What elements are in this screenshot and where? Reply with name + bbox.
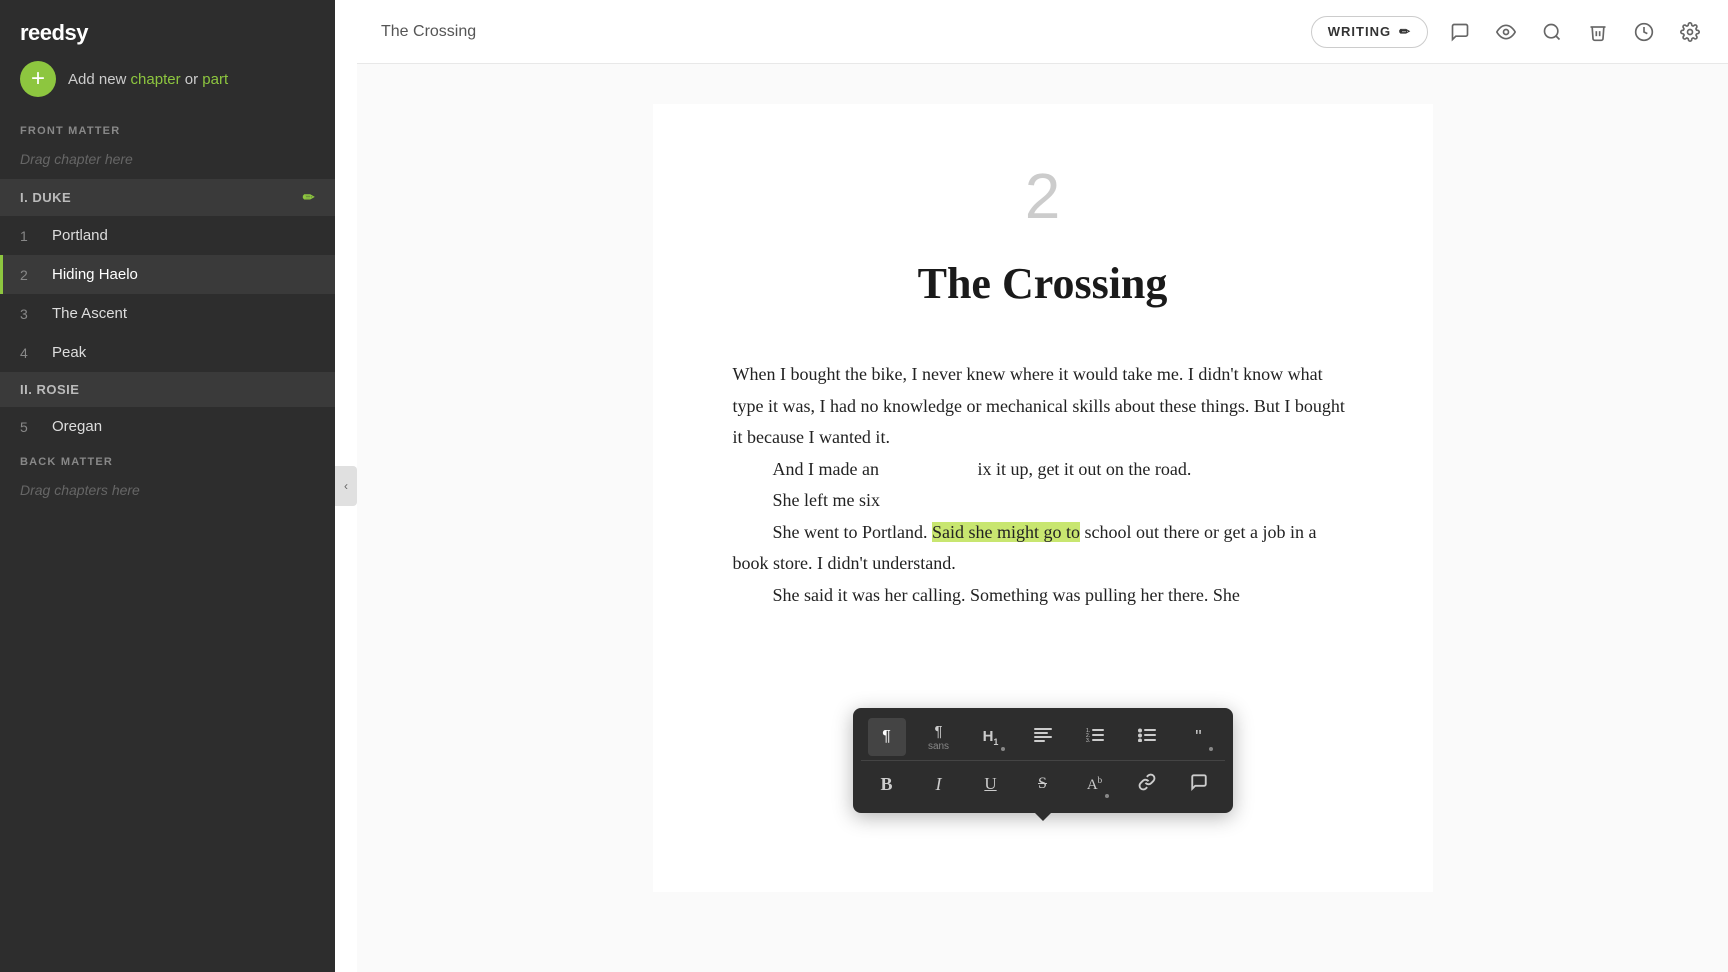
chevron-left-icon: ‹ (344, 479, 348, 493)
bold-icon: B (880, 774, 892, 795)
chapter-num-1: 1 (20, 228, 38, 244)
chapter-number: 2 (733, 164, 1353, 228)
writing-mode-edit-icon: ✏ (1399, 24, 1411, 40)
superscript-icon: Ab (1087, 775, 1102, 794)
paragraph-4[interactable]: She went to Portland. Said she might go … (733, 517, 1353, 580)
delete-button[interactable] (1584, 18, 1612, 46)
italic-icon: I (936, 774, 942, 795)
toolbar-paragraph-sans-button[interactable]: ¶ sans (920, 718, 958, 756)
toolbar-bold-button[interactable]: B (868, 765, 906, 803)
chapter-breadcrumb: The Crossing (381, 23, 476, 41)
toolbar-paragraph-button[interactable]: ¶ (868, 718, 906, 756)
topbar-actions: WRITING ✏ (1311, 16, 1704, 48)
app-logo: reedsy (20, 20, 88, 46)
chapter-title-hiding-haelo: Hiding Haelo (52, 266, 138, 283)
paragraph-icon: ¶ (882, 728, 891, 746)
chapter-item-the-ascent[interactable]: 3 The Ascent (0, 294, 335, 333)
toolbar-row-1: ¶ ¶ sans H1 (861, 714, 1225, 760)
underline-icon: U (984, 774, 996, 794)
editor-body[interactable]: When I bought the bike, I never knew whe… (733, 359, 1353, 611)
paragraph-sans-icon: ¶ (934, 723, 942, 740)
comment-toolbar-icon (1190, 773, 1208, 796)
preview-button[interactable] (1492, 18, 1520, 46)
format-toolbar: ¶ ¶ sans H1 (853, 708, 1233, 813)
add-new-button[interactable]: + (20, 61, 56, 97)
sans-label: sans (928, 741, 949, 752)
add-part-link[interactable]: part (202, 71, 228, 88)
front-matter-label: FRONT MATTER (0, 115, 335, 143)
toolbar-unordered-list-button[interactable] (1128, 718, 1166, 756)
part-label-rosie: II. ROSIE (20, 382, 79, 397)
toolbar-strikethrough-button[interactable]: S (1024, 765, 1062, 803)
paragraph-5[interactable]: She said it was her calling. Something w… (733, 580, 1353, 612)
toolbar-ordered-list-button[interactable]: 1. 2. 3. (1076, 718, 1114, 756)
toolbar-link-button[interactable] (1128, 765, 1166, 803)
search-button[interactable] (1538, 18, 1566, 46)
chapter-title-peak: Peak (52, 344, 86, 361)
chapter-title-the-ascent: The Ascent (52, 305, 127, 322)
collapse-sidebar-button[interactable]: ‹ (335, 466, 357, 506)
add-new-row: + Add new chapter or part (0, 61, 335, 115)
align-icon (1034, 728, 1052, 747)
comment-button[interactable] (1446, 18, 1474, 46)
quote-icon: " (1195, 727, 1201, 748)
chapter-title-portland: Portland (52, 227, 108, 244)
heading1-icon: H1 (983, 728, 999, 747)
superscript-badge (1105, 794, 1109, 798)
chapter-item-portland[interactable]: 1 Portland (0, 216, 335, 255)
back-matter-placeholder: Drag chapters here (0, 474, 335, 510)
chapter-num-4: 4 (20, 345, 38, 361)
highlighted-text: Said she might go to (932, 522, 1080, 542)
sidebar: reedsy + Add new chapter or part FRONT M… (0, 0, 335, 972)
back-matter-label: BACK MATTER (0, 446, 335, 474)
part-edit-icon-duke[interactable]: ✏ (303, 189, 315, 206)
chapter-num-2: 2 (20, 267, 38, 283)
toolbar-quote-button[interactable]: " (1180, 718, 1218, 756)
part-label-duke: I. DUKE (20, 190, 71, 205)
history-button[interactable] (1630, 18, 1658, 46)
heading1-badge (1001, 747, 1005, 751)
chapter-num-5: 5 (20, 419, 38, 435)
add-new-text: Add new chapter or part (68, 71, 228, 88)
part-header-duke: I. DUKE ✏ (0, 179, 335, 216)
chapter-title-oregan: Oregan (52, 418, 102, 435)
toolbar-italic-button[interactable]: I (920, 765, 958, 803)
strikethrough-icon: S (1038, 775, 1047, 793)
add-chapter-link[interactable]: chapter (131, 71, 181, 88)
editor-page: 2 The Crossing When I bought the bike, I… (653, 104, 1433, 892)
ordered-list-icon: 1. 2. 3. (1086, 728, 1104, 747)
chapter-item-oregan[interactable]: 5 Oregan (0, 407, 335, 446)
chapter-num-3: 3 (20, 306, 38, 322)
unordered-list-icon (1138, 728, 1156, 747)
link-icon (1138, 773, 1156, 796)
paragraph-1[interactable]: When I bought the bike, I never knew whe… (733, 359, 1353, 454)
chapter-heading: The Crossing (733, 258, 1353, 309)
chapter-item-hiding-haelo[interactable]: 2 Hiding Haelo (0, 255, 335, 294)
toolbar-comment-button[interactable] (1180, 765, 1218, 803)
sidebar-header: reedsy (0, 0, 335, 61)
front-matter-placeholder: Drag chapter here (0, 143, 335, 179)
writing-mode-label: WRITING (1328, 24, 1391, 39)
toolbar-row-2: B I U S Ab (861, 760, 1225, 807)
paragraph-2[interactable]: And I made and decided to fix it up, get… (733, 454, 1353, 486)
quote-badge (1209, 747, 1213, 751)
chapter-item-peak[interactable]: 4 Peak (0, 333, 335, 372)
paragraph-3[interactable]: She left me six months after (733, 485, 1353, 517)
writing-mode-button[interactable]: WRITING ✏ (1311, 16, 1428, 48)
settings-button[interactable] (1676, 18, 1704, 46)
topbar: The Crossing WRITING ✏ (357, 0, 1728, 64)
toolbar-heading1-button[interactable]: H1 (972, 718, 1010, 756)
part-header-rosie: II. ROSIE (0, 372, 335, 407)
svg-text:3.: 3. (1086, 738, 1090, 742)
main-content: The Crossing WRITING ✏ (357, 0, 1728, 972)
toolbar-superscript-button[interactable]: Ab (1076, 765, 1114, 803)
editor-area[interactable]: 2 The Crossing When I bought the bike, I… (357, 64, 1728, 972)
toolbar-underline-button[interactable]: U (972, 765, 1010, 803)
toolbar-align-button[interactable] (1024, 718, 1062, 756)
